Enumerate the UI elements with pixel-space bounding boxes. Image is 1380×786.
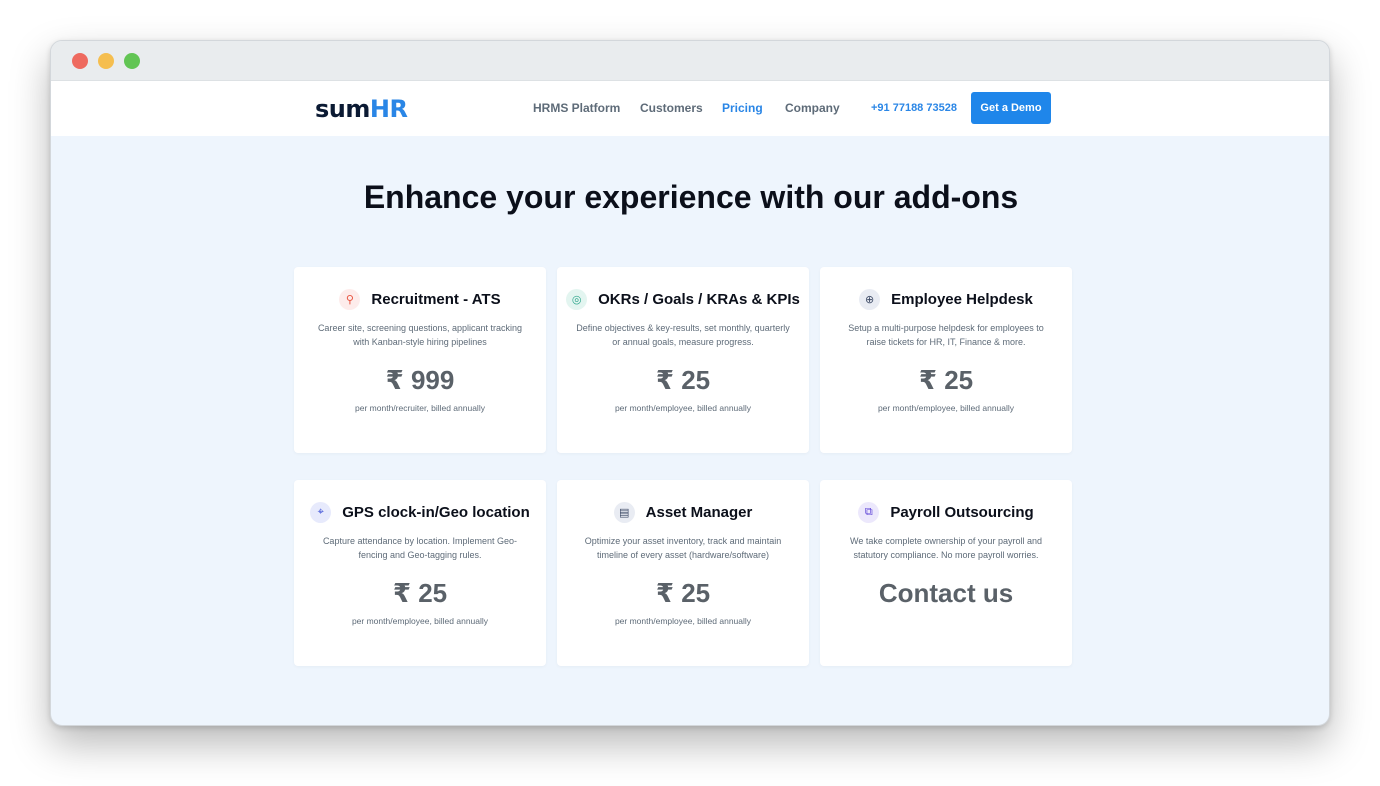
addon-card-header: ⚲ Recruitment - ATS — [294, 289, 546, 310]
phone-link[interactable]: +91 77188 73528 — [871, 102, 957, 114]
addon-card-title: GPS clock-in/Geo location — [342, 504, 530, 521]
nav-link-hrms-platform[interactable]: HRMS Platform — [533, 101, 620, 115]
addon-card-price: ₹ 25 — [655, 578, 711, 608]
addon-card-description: Optimize your asset inventory, track and… — [584, 536, 782, 560]
payroll-icon: ⧉ — [858, 502, 880, 523]
lifebuoy-icon: ⊕ — [859, 289, 881, 310]
addon-card-description: Capture attendance by location. Implemen… — [322, 536, 518, 560]
addon-card-price: ₹ 999 — [385, 365, 455, 395]
addon-card-title: Recruitment - ATS — [371, 291, 501, 308]
maximize-window-button[interactable] — [124, 53, 140, 69]
addon-card-title: Payroll Outsourcing — [890, 504, 1034, 521]
addon-card-billing: per month/recruiter, billed annually — [355, 403, 485, 413]
close-window-button[interactable] — [72, 53, 88, 69]
minimize-window-button[interactable] — [98, 53, 114, 69]
logo-text-hr: HR — [369, 95, 408, 123]
addon-card-price: ₹ 25 — [392, 578, 448, 608]
addon-card[interactable]: ⧉ Payroll Outsourcing We take complete own… — [820, 480, 1072, 666]
location-icon: ⌖ — [310, 502, 332, 523]
addon-card-title: OKRs / Goals / KRAs & KPIs — [598, 291, 800, 308]
addon-card-header: ⊕ Employee Helpdesk — [820, 289, 1072, 310]
addon-card[interactable]: ⌖ GPS clock-in/Geo location Capture attend… — [294, 480, 546, 666]
addon-card-description: Define objectives & key-results, set mon… — [576, 323, 790, 347]
get-a-demo-button[interactable]: Get a Demo — [971, 92, 1051, 124]
nav-link-customers[interactable]: Customers — [640, 101, 703, 115]
asset-icon: ▤ — [613, 502, 635, 523]
addon-card[interactable]: ⊕ Employee Helpdesk Setup a multi-purpose … — [820, 267, 1072, 453]
addon-card-description: Setup a multi-purpose helpdesk for emplo… — [848, 323, 1044, 347]
nav-link-pricing[interactable]: Pricing — [722, 101, 763, 115]
addon-card-billing: per month/employee, billed annually — [614, 616, 752, 626]
target-icon: ◎ — [566, 289, 588, 310]
addon-card[interactable]: ▤ Asset Manager Optimize your asset invent… — [557, 480, 809, 666]
navbar: sumHR HRMS Platform Customers Pricing Co… — [51, 81, 1329, 136]
addon-card-billing: per month/employee, billed annually — [351, 616, 489, 626]
addon-card-price: Contact us — [878, 578, 1014, 608]
addon-card-billing: per month/employee, billed annually — [614, 403, 752, 413]
addon-card[interactable]: ◎ OKRs / Goals / KRAs & KPIs Define object… — [557, 267, 809, 453]
addon-card-billing: per month/employee, billed annually — [877, 403, 1015, 413]
addon-card-header: ⧉ Payroll Outsourcing — [820, 502, 1072, 523]
addon-card-header: ◎ OKRs / Goals / KRAs & KPIs — [557, 289, 809, 310]
recruitment-icon: ⚲ — [339, 289, 361, 310]
sumhr-logo[interactable]: sumHR — [315, 95, 408, 123]
addon-card-header: ▤ Asset Manager — [557, 502, 809, 523]
nav-link-company[interactable]: Company — [785, 101, 840, 115]
addon-card-price: ₹ 25 — [655, 365, 711, 395]
addon-card-price: ₹ 25 — [918, 365, 974, 395]
addon-card-header: ⌖ GPS clock-in/Geo location — [294, 502, 546, 523]
logo-text-sum: sum — [315, 95, 370, 123]
window-titlebar — [51, 41, 1329, 81]
addon-card-title: Asset Manager — [645, 504, 753, 521]
addon-card-description: We take complete ownership of your payro… — [850, 536, 1042, 560]
addon-card-description: Career site, screening questions, applic… — [317, 323, 523, 347]
browser-window: sumHR HRMS Platform Customers Pricing Co… — [50, 40, 1330, 726]
addon-card[interactable]: ⚲ Recruitment - ATS Career site, screening… — [294, 267, 546, 453]
addon-card-title: Employee Helpdesk — [891, 291, 1033, 308]
page-heading: Enhance your experience with our add-ons — [363, 179, 1019, 215]
